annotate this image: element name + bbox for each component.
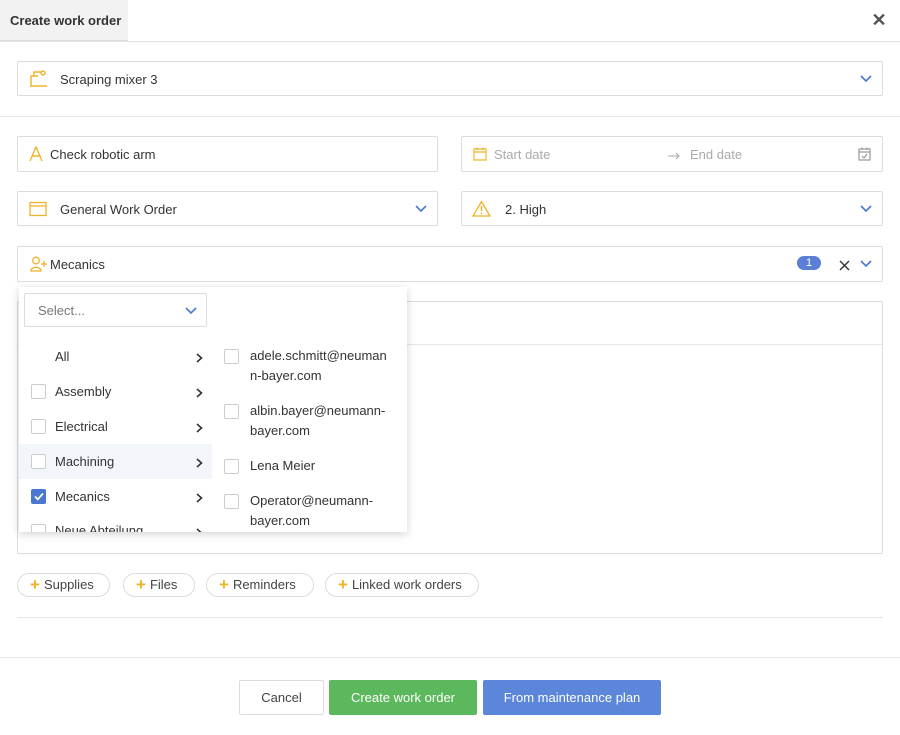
plus-icon: + xyxy=(30,575,40,594)
checkbox-checked[interactable] xyxy=(31,489,46,504)
user-label-line1: adele.schmitt@neuman xyxy=(250,348,387,363)
checkbox[interactable] xyxy=(224,459,239,474)
plus-icon: + xyxy=(219,575,229,594)
chevron-right-icon[interactable] xyxy=(196,526,204,532)
group-item-label: Mecanics xyxy=(55,489,110,504)
cancel-button[interactable]: Cancel xyxy=(239,680,324,715)
section-divider xyxy=(17,617,883,618)
assignee-dropdown-panel: Select... All Assembly Electrical Machin… xyxy=(19,287,407,532)
add-linked-work-orders-label: Linked work orders xyxy=(351,577,462,592)
assignees-value: Mecanics xyxy=(50,257,105,272)
title-value: Check robotic arm xyxy=(50,147,156,162)
plus-icon: + xyxy=(136,575,146,594)
chevron-right-icon[interactable] xyxy=(196,386,204,398)
chevron-right-icon[interactable] xyxy=(196,421,204,433)
chevron-down-icon xyxy=(860,205,874,215)
title-input[interactable]: Check robotic arm xyxy=(17,136,438,172)
calendar-icon xyxy=(473,147,487,164)
plus-icon: + xyxy=(338,575,348,594)
group-select[interactable]: Select... xyxy=(24,293,207,327)
group-item-machining[interactable]: Machining xyxy=(19,444,212,479)
add-reminders-button[interactable]: + Reminders xyxy=(206,573,314,597)
title-letter-icon xyxy=(29,145,43,165)
end-date-placeholder[interactable]: End date xyxy=(690,147,742,162)
close-icon[interactable]: ✕ xyxy=(871,11,887,29)
user-label-line1: Operator@neumann- xyxy=(250,493,374,508)
group-select-placeholder: Select... xyxy=(38,303,85,318)
user-item[interactable]: Operator@neumann- bayer.com xyxy=(216,484,407,532)
group-item-all[interactable]: All xyxy=(19,339,212,374)
chevron-down-icon xyxy=(860,75,874,85)
footer-divider xyxy=(0,657,900,658)
asset-value: Scraping mixer 3 xyxy=(60,72,158,87)
selected-count-badge: 1 xyxy=(797,256,821,270)
chevron-right-icon[interactable] xyxy=(196,491,204,503)
checkbox[interactable] xyxy=(31,524,46,532)
asset-icon xyxy=(29,70,49,91)
add-user-icon xyxy=(30,256,48,275)
group-item-label: Neue Abteilung xyxy=(55,523,144,532)
group-item-assembly[interactable]: Assembly xyxy=(19,374,212,409)
clear-icon[interactable] xyxy=(839,259,850,274)
user-label-line1: albin.bayer@neumann- xyxy=(250,403,386,418)
create-work-order-button[interactable]: Create work order xyxy=(329,680,477,715)
user-item[interactable]: Lena Meier xyxy=(216,449,407,484)
chevron-down-icon xyxy=(185,307,199,317)
add-files-button[interactable]: + Files xyxy=(123,573,195,597)
chevron-down-icon[interactable] xyxy=(860,260,874,270)
checkbox[interactable] xyxy=(224,349,239,364)
priority-value: 2. High xyxy=(505,202,547,217)
assignees-select[interactable]: Mecanics 1 xyxy=(17,246,883,282)
order-type-value: General Work Order xyxy=(60,202,177,217)
asset-select[interactable]: Scraping mixer 3 xyxy=(17,61,883,96)
user-label-line1: Lena Meier xyxy=(250,458,316,473)
group-item-label: Assembly xyxy=(55,384,112,399)
order-type-select[interactable]: General Work Order xyxy=(17,191,438,226)
user-item[interactable]: albin.bayer@neumann- bayer.com xyxy=(216,394,407,449)
date-range-input[interactable]: Start date End date xyxy=(461,136,883,172)
user-label-line2: n-bayer.com xyxy=(250,368,322,383)
from-maintenance-plan-button[interactable]: From maintenance plan xyxy=(483,680,661,715)
group-item-label: All xyxy=(55,349,70,364)
checkbox[interactable] xyxy=(224,494,239,509)
user-label-line2: bayer.com xyxy=(250,423,310,438)
group-item-mecanics[interactable]: Mecanics xyxy=(19,479,212,514)
checkbox[interactable] xyxy=(31,419,46,434)
priority-select[interactable]: 2. High xyxy=(461,191,883,226)
chevron-down-icon xyxy=(415,205,429,215)
checkbox[interactable] xyxy=(31,384,46,399)
checkbox[interactable] xyxy=(31,454,46,469)
add-files-label: Files xyxy=(149,577,178,592)
dialog-title: Create work order xyxy=(10,13,122,28)
header-divider xyxy=(0,41,900,42)
chevron-right-icon[interactable] xyxy=(196,351,204,363)
group-item-neue-abteilung[interactable]: Neue Abteilung xyxy=(19,514,212,532)
chevron-right-icon[interactable] xyxy=(196,456,204,468)
group-item-label: Electrical xyxy=(55,419,108,434)
section-divider xyxy=(0,116,900,117)
arrow-right-icon xyxy=(667,148,681,163)
add-supplies-label: Supplies xyxy=(43,577,94,592)
user-label-line2: bayer.com xyxy=(250,513,310,528)
warning-icon xyxy=(471,200,492,220)
add-supplies-button[interactable]: + Supplies xyxy=(17,573,110,597)
user-item[interactable]: adele.schmitt@neuman n-bayer.com xyxy=(216,339,407,394)
checkbox[interactable] xyxy=(224,404,239,419)
group-item-electrical[interactable]: Electrical xyxy=(19,409,212,444)
group-item-label: Machining xyxy=(55,454,115,469)
add-reminders-label: Reminders xyxy=(232,577,296,592)
add-linked-work-orders-button[interactable]: + Linked work orders xyxy=(325,573,479,597)
calendar-check-icon[interactable] xyxy=(858,147,871,164)
window-icon xyxy=(29,201,47,220)
start-date-placeholder[interactable]: Start date xyxy=(494,147,550,162)
